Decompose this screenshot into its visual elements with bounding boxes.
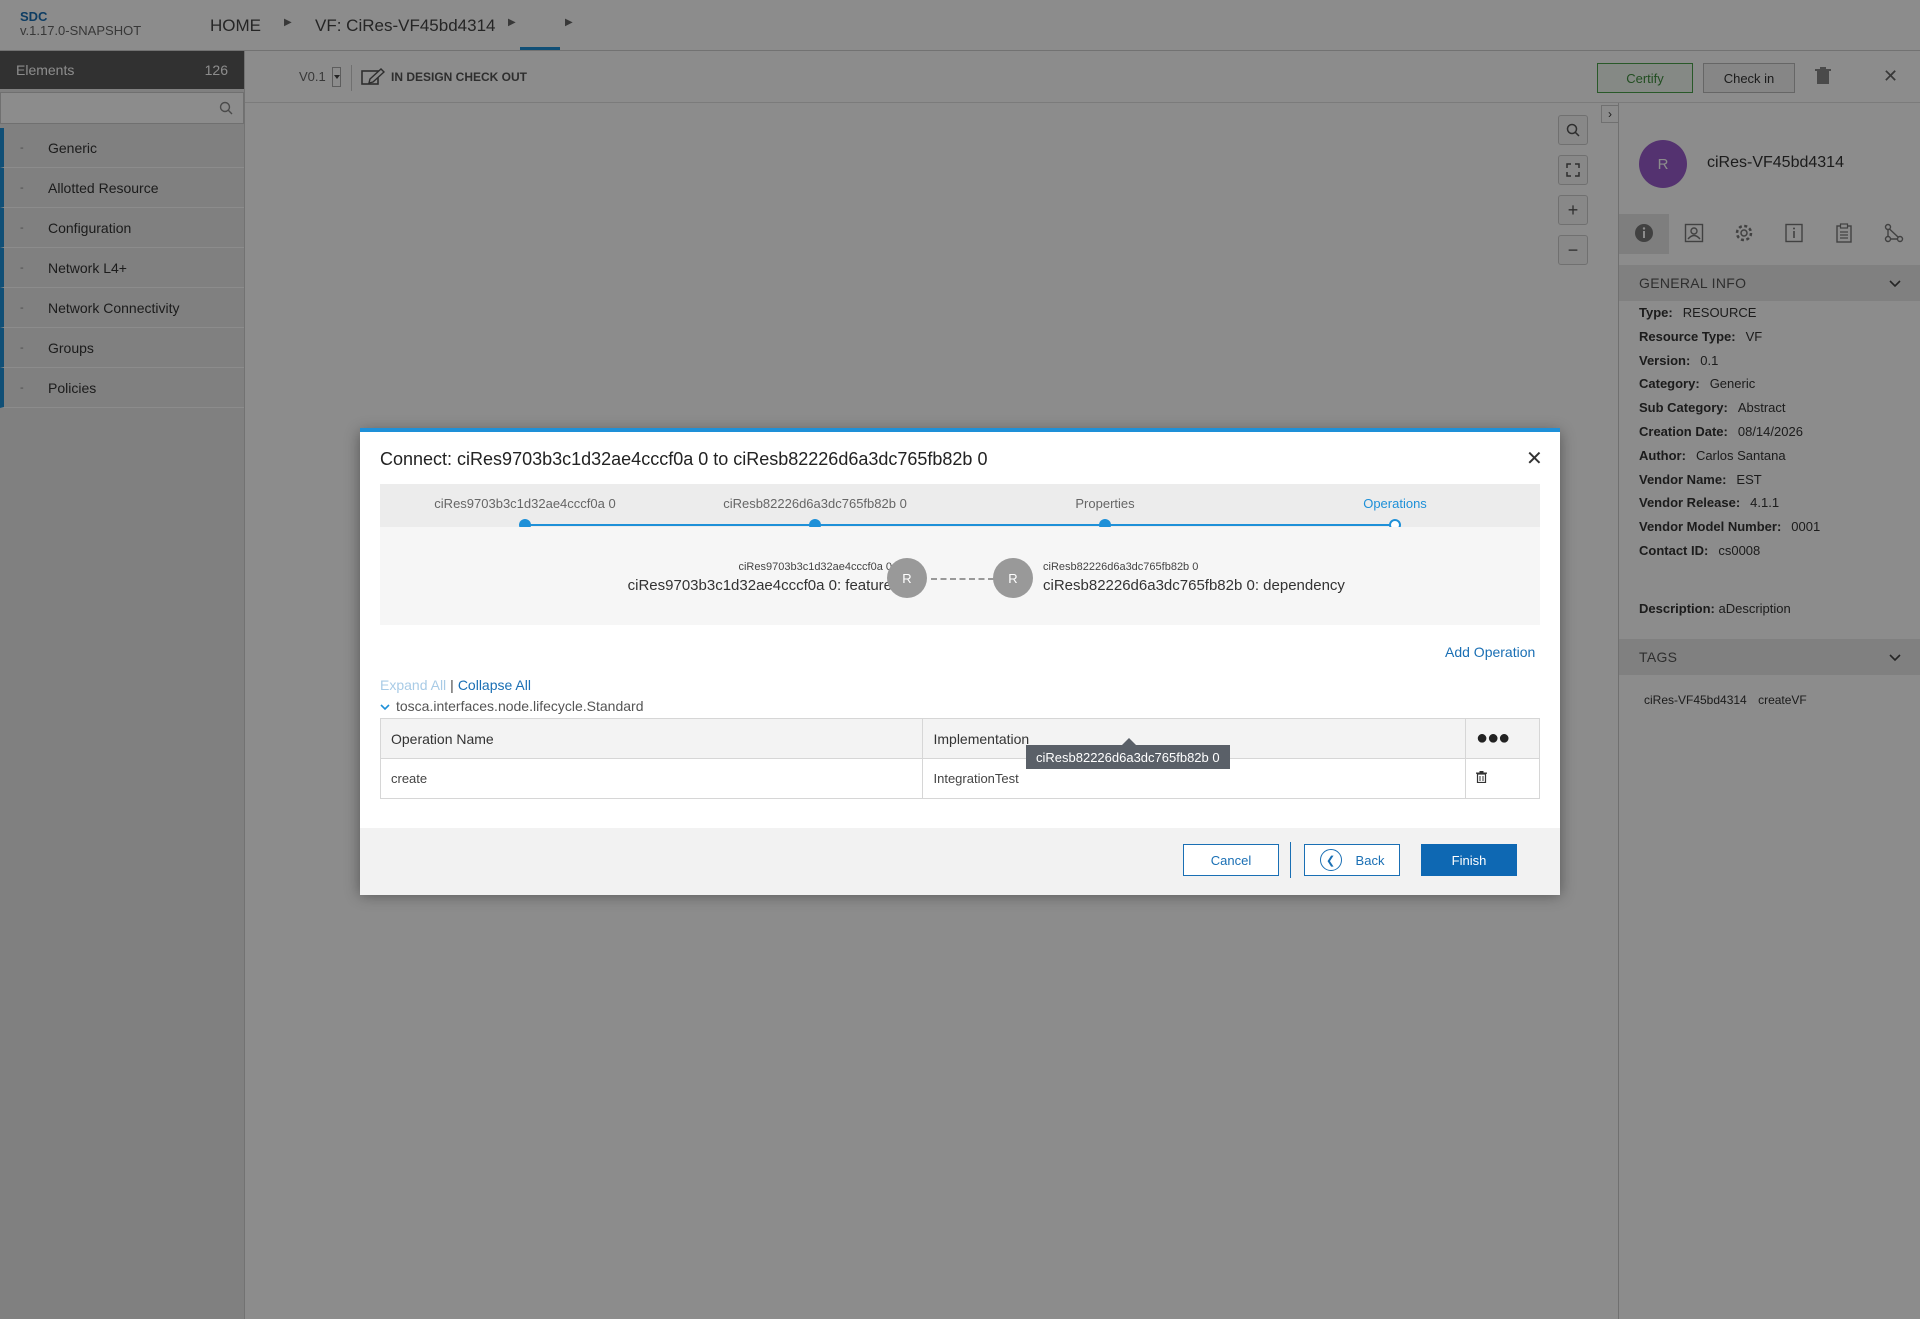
modal-title: Connect: ciRes9703b3c1d32ae4cccf0a 0 to …: [380, 449, 988, 469]
back-label: Back: [1355, 852, 1385, 868]
modal-footer: Cancel ❮ Back Finish: [360, 828, 1560, 895]
source-instance-name: ciRes9703b3c1d32ae4cccf0a 0: [738, 561, 892, 573]
finish-button[interactable]: Finish: [1421, 844, 1517, 876]
operations-table: Operation Name Implementation ●●● create…: [379, 718, 1540, 799]
more-options-icon: ●●●: [1476, 727, 1510, 749]
wizard-stepper: ciRes9703b3c1d32ae4cccf0a 0 ciResb82226d…: [380, 484, 1540, 531]
interface-name: tosca.interfaces.node.lifecycle.Standard: [396, 698, 644, 714]
target-node-icon: R: [993, 558, 1033, 598]
cancel-button[interactable]: Cancel: [1183, 844, 1279, 876]
close-icon[interactable]: ✕: [1526, 446, 1543, 471]
chevron-down-icon: [380, 698, 390, 714]
connection-summary: ciRes9703b3c1d32ae4cccf0a 0 ciRes9703b3c…: [380, 527, 1540, 625]
expand-collapse-controls: Expand All | Collapse All: [380, 677, 531, 693]
target-requirement: ciResb82226d6a3dc765fb82b 0: dependency: [1043, 577, 1345, 594]
interface-header[interactable]: tosca.interfaces.node.lifecycle.Standard: [380, 698, 643, 714]
step-label-target[interactable]: ciResb82226d6a3dc765fb82b 0: [723, 496, 907, 511]
separator: |: [450, 677, 454, 693]
connection-dashed-line: [931, 578, 994, 580]
column-header-operation-name: Operation Name: [379, 718, 924, 759]
connect-modal: Connect: ciRes9703b3c1d32ae4cccf0a 0 to …: [360, 428, 1560, 895]
step-label-operations[interactable]: Operations: [1363, 496, 1427, 511]
target-instance-name: ciResb82226d6a3dc765fb82b 0: [1043, 561, 1199, 573]
step-label-properties[interactable]: Properties: [1075, 496, 1134, 511]
source-node-icon: R: [887, 558, 927, 598]
actions-cell: [1465, 758, 1540, 799]
source-capability: ciRes9703b3c1d32ae4cccf0a 0: feature: [627, 577, 892, 594]
table-header-row: Operation Name Implementation ●●●: [379, 718, 1540, 759]
operation-name-cell[interactable]: create: [379, 758, 924, 799]
step-label-source[interactable]: ciRes9703b3c1d32ae4cccf0a 0: [434, 496, 615, 511]
column-header-actions: ●●●: [1465, 718, 1540, 759]
trash-icon[interactable]: [1476, 771, 1487, 786]
footer-divider: [1290, 842, 1291, 878]
collapse-all-link[interactable]: Collapse All: [458, 677, 531, 693]
table-row[interactable]: create IntegrationTest: [379, 758, 1540, 799]
back-button[interactable]: ❮ Back: [1304, 844, 1400, 876]
stepper-progress-line: [525, 524, 1395, 526]
tooltip: ciResb82226d6a3dc765fb82b 0: [1026, 738, 1230, 769]
expand-all-link[interactable]: Expand All: [380, 677, 446, 693]
add-operation-link[interactable]: Add Operation: [1445, 644, 1535, 660]
chevron-left-icon: ❮: [1319, 849, 1342, 871]
